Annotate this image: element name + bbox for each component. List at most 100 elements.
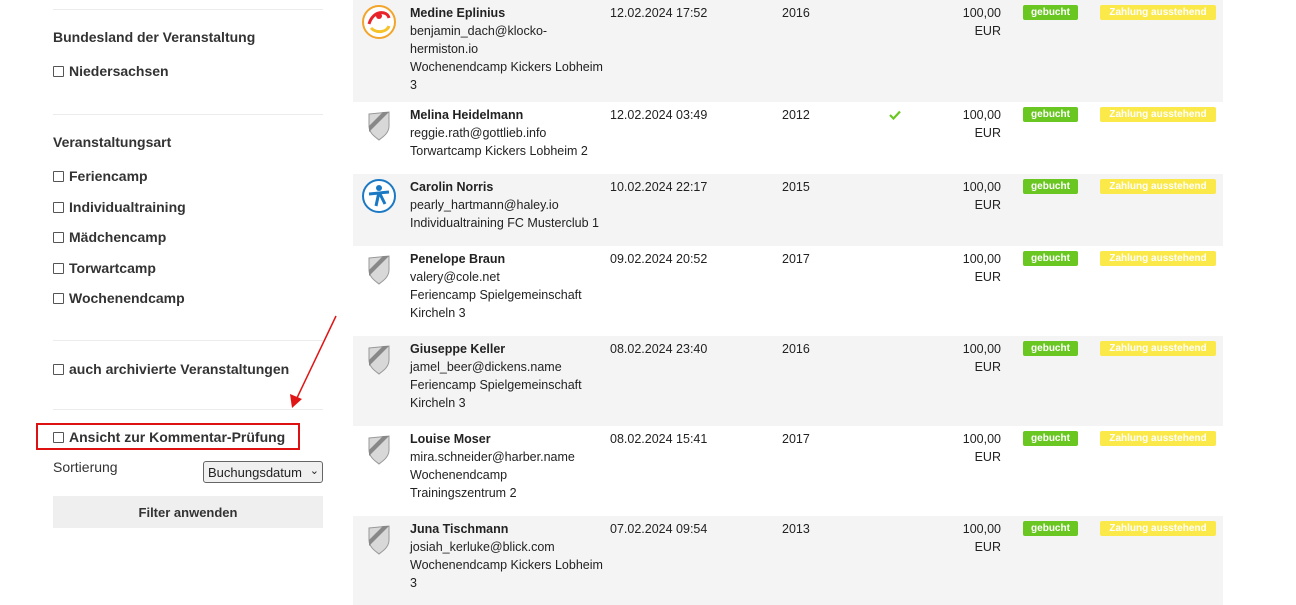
status-badge: gebucht xyxy=(1023,521,1078,536)
participant-email: mira.schneider@harber.name xyxy=(410,450,575,464)
participant-email: reggie.rath@gottlieb.info xyxy=(410,126,547,140)
checkbox-label: auch archivierte Veranstaltungen xyxy=(69,361,290,377)
divider xyxy=(53,114,323,115)
checkbox[interactable] xyxy=(53,65,64,77)
booking-date: 08.02.2024 23:40 xyxy=(610,342,708,356)
booking-date: 12.02.2024 03:49 xyxy=(610,108,708,122)
chevron-down-icon: ⌄ xyxy=(309,464,319,477)
filter-niedersachsen[interactable]: Niedersachsen xyxy=(53,63,169,79)
payment-badge: Zahlung ausstehend xyxy=(1100,521,1216,536)
price-value: 100,00 xyxy=(962,180,1001,194)
participant-email: jamel_beer@dickens.name xyxy=(410,360,562,374)
booking-date: 07.02.2024 09:54 xyxy=(610,522,708,536)
filter-wochenendcamp[interactable]: Wochenendcamp xyxy=(53,290,185,306)
currency: EUR xyxy=(974,198,1001,212)
event-name: Torwartcamp Kickers Lobheim 2 xyxy=(410,144,588,158)
checkbox-label: Torwartcamp xyxy=(69,260,156,276)
birth-year: 2016 xyxy=(782,342,810,356)
filter-feriencamp[interactable]: Feriencamp xyxy=(53,168,148,184)
checkbox[interactable] xyxy=(53,231,64,243)
booking-info: Melina Heidelmann reggie.rath@gottlieb.i… xyxy=(410,106,605,160)
checkbox[interactable] xyxy=(53,363,64,375)
price: 100,00 EUR xyxy=(953,178,1001,214)
table-row[interactable]: Penelope Braun valery@cole.net Feriencam… xyxy=(353,246,1223,336)
price: 100,00 EUR xyxy=(953,340,1001,376)
participant-name: Giuseppe Keller xyxy=(410,342,506,356)
table-row[interactable]: Melina Heidelmann reggie.rath@gottlieb.i… xyxy=(353,102,1223,174)
table-row[interactable]: Giuseppe Keller jamel_beer@dickens.name … xyxy=(353,336,1223,426)
status-badge: gebucht xyxy=(1023,107,1078,122)
birth-year: 2016 xyxy=(782,6,810,20)
price: 100,00 EUR xyxy=(953,250,1001,286)
participant-name: Melina Heidelmann xyxy=(410,108,524,122)
checkbox[interactable] xyxy=(53,431,64,443)
table-row[interactable]: Juna Tischmann josiah_kerluke@blick.com … xyxy=(353,516,1223,605)
checkbox[interactable] xyxy=(53,292,64,304)
checkbox-label: Ansicht zur Kommentar-Prüfung xyxy=(69,429,286,445)
birth-year: 2012 xyxy=(782,108,810,122)
birth-year: 2017 xyxy=(782,432,810,446)
price-value: 100,00 xyxy=(962,252,1001,266)
participant-name: Carolin Norris xyxy=(410,180,494,194)
booking-date: 12.02.2024 17:52 xyxy=(610,6,708,20)
event-name: Individualtraining FC Musterclub 1 xyxy=(410,216,599,230)
apply-filter-button[interactable]: Filter anwenden xyxy=(53,496,323,528)
event-name: Feriencamp Spielgemeinschaft xyxy=(410,288,582,302)
filter-comment-review[interactable]: Ansicht zur Kommentar-Prüfung xyxy=(53,429,285,445)
event-name: Wochenendcamp Kickers Lobheim xyxy=(410,60,603,74)
checkbox-label: Feriencamp xyxy=(69,168,148,184)
event-name-cont: 3 xyxy=(410,576,417,590)
status-badge: gebucht xyxy=(1023,251,1078,266)
checkbox-label: Niedersachsen xyxy=(69,63,169,79)
participant-name: Medine Eplinius xyxy=(410,6,506,20)
status-badge: gebucht xyxy=(1023,431,1078,446)
birth-year: 2015 xyxy=(782,180,810,194)
event-name-cont: Kircheln 3 xyxy=(410,396,466,410)
participant-name: Penelope Braun xyxy=(410,252,506,266)
participant-email-cont: hermiston.io xyxy=(410,42,479,56)
table-row[interactable]: Medine Eplinius benjamin_dach@klocko- he… xyxy=(353,0,1223,102)
filter-individualtraining[interactable]: Individualtraining xyxy=(53,199,186,215)
currency: EUR xyxy=(974,270,1001,284)
checkbox[interactable] xyxy=(53,262,64,274)
table-row[interactable]: Carolin Norris pearly_hartmann@haley.io … xyxy=(353,174,1223,246)
currency: EUR xyxy=(974,360,1001,374)
price: 100,00 EUR xyxy=(953,430,1001,466)
birth-year: 2013 xyxy=(782,522,810,536)
checkbox-label: Mädchencamp xyxy=(69,229,167,245)
checkbox-label: Individualtraining xyxy=(69,199,186,215)
checkbox[interactable] xyxy=(53,170,64,182)
sort-select[interactable]: Buchungsdatum ⌄ xyxy=(203,461,323,483)
payment-badge: Zahlung ausstehend xyxy=(1100,107,1216,122)
checkbox[interactable] xyxy=(53,201,64,213)
event-name: Wochenendcamp Kickers Lobheim xyxy=(410,558,603,572)
colorful-club-logo-icon xyxy=(362,5,396,39)
event-name: Wochenendcamp xyxy=(410,468,508,482)
veranstaltungsart-title: Veranstaltungsart xyxy=(53,134,172,150)
filter-maedchencamp[interactable]: Mädchencamp xyxy=(53,229,166,245)
participant-name: Juna Tischmann xyxy=(410,522,509,536)
status-badge: gebucht xyxy=(1023,179,1078,194)
booking-info: Penelope Braun valery@cole.net Feriencam… xyxy=(410,250,605,322)
event-name-cont: Kircheln 3 xyxy=(410,306,466,320)
filter-torwartcamp[interactable]: Torwartcamp xyxy=(53,260,156,276)
status-badge: gebucht xyxy=(1023,341,1078,356)
payment-badge: Zahlung ausstehend xyxy=(1100,341,1216,356)
participant-email: josiah_kerluke@blick.com xyxy=(410,540,555,554)
event-name: Feriencamp Spielgemeinschaft xyxy=(410,378,582,392)
sort-label: Sortierung xyxy=(53,459,118,475)
check-icon xyxy=(889,110,901,120)
currency: EUR xyxy=(974,450,1001,464)
filter-archived[interactable]: auch archivierte Veranstaltungen xyxy=(53,361,289,377)
booking-info: Medine Eplinius benjamin_dach@klocko- he… xyxy=(410,4,605,94)
participant-email: benjamin_dach@klocko- xyxy=(410,24,548,38)
participant-email: pearly_hartmann@haley.io xyxy=(410,198,559,212)
checkbox-label: Wochenendcamp xyxy=(69,290,185,306)
price: 100,00 EUR xyxy=(953,106,1001,142)
birth-year: 2017 xyxy=(782,252,810,266)
booking-date: 08.02.2024 15:41 xyxy=(610,432,708,446)
booking-date: 09.02.2024 20:52 xyxy=(610,252,708,266)
divider xyxy=(53,9,323,10)
table-row[interactable]: Louise Moser mira.schneider@harber.name … xyxy=(353,426,1223,516)
booking-info: Louise Moser mira.schneider@harber.name … xyxy=(410,430,605,502)
